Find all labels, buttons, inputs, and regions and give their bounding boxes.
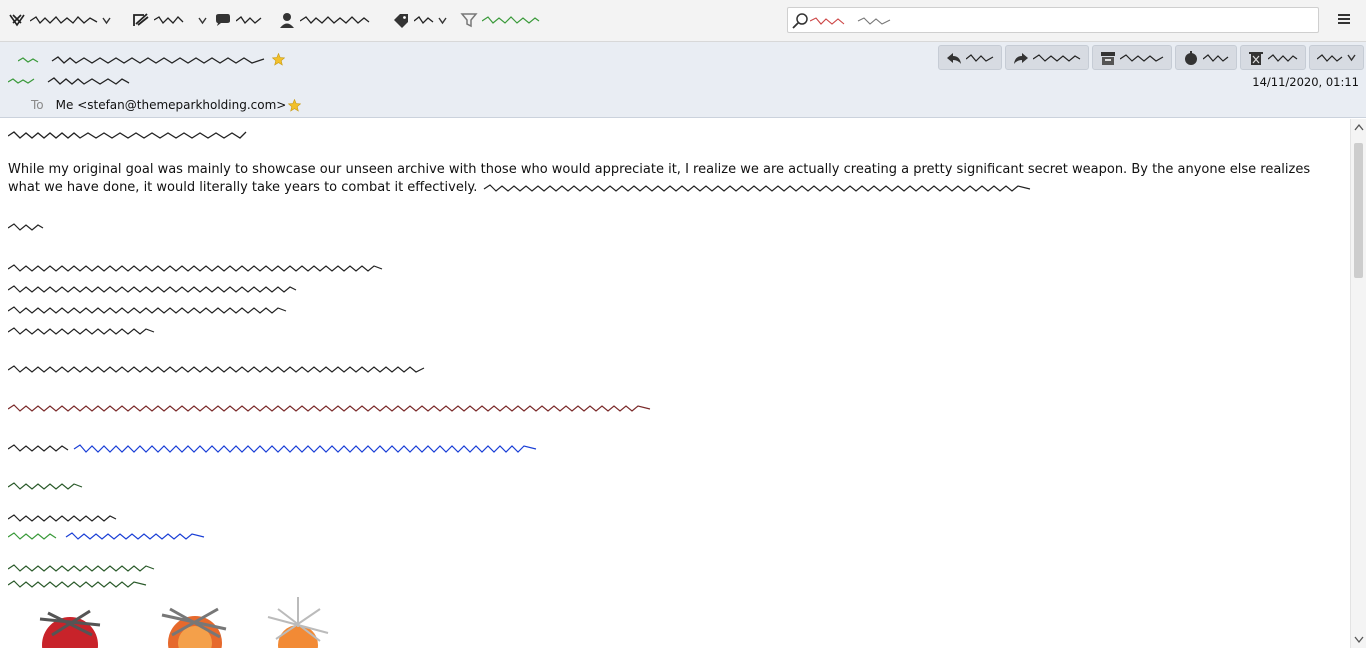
scroll-down-icon[interactable]	[1354, 634, 1364, 644]
app-menu-icon[interactable]	[1336, 11, 1352, 27]
funnel-icon	[460, 13, 478, 28]
subject-value-redacted	[8, 77, 130, 85]
quoted-from-redacted	[8, 264, 383, 272]
star-icon[interactable]	[272, 53, 285, 66]
search-icon	[792, 13, 808, 29]
write-label-redacted	[154, 16, 184, 25]
message-actions	[938, 45, 1364, 70]
scroll-up-icon[interactable]	[1354, 123, 1364, 133]
subject-row	[8, 76, 130, 86]
chevron-down-icon[interactable]	[198, 16, 207, 25]
more-button[interactable]	[1309, 45, 1364, 70]
address-book-button[interactable]	[278, 9, 370, 31]
message-date: 14/11/2020, 01:11	[1252, 75, 1359, 89]
signature-logos	[39, 597, 329, 648]
quick-filter-label-redacted	[482, 16, 540, 24]
quoted-link-line-redacted[interactable]	[8, 443, 538, 455]
to-row: To Me <stefan@themeparkholding.com>	[31, 98, 302, 112]
tag-icon	[394, 14, 408, 28]
forward-icon	[1014, 52, 1028, 64]
get-messages-button[interactable]	[8, 9, 111, 31]
chevron-down-icon	[1347, 54, 1356, 62]
write-button[interactable]	[132, 9, 207, 31]
person-icon	[280, 13, 294, 28]
delete-button[interactable]	[1240, 45, 1306, 70]
quoted-line-2-redacted	[8, 404, 651, 412]
quoted-subject-redacted	[8, 327, 155, 335]
to-label: To	[31, 98, 44, 112]
quoted-company-line-1-redacted	[8, 564, 155, 572]
reply-icon	[947, 52, 961, 64]
scrollbar-thumb[interactable]	[1354, 143, 1363, 278]
signoff-redacted	[8, 223, 44, 231]
faded-logo	[267, 597, 329, 648]
tag-button[interactable]	[392, 9, 447, 31]
quoted-line-1-redacted	[8, 365, 425, 373]
star-icon[interactable]	[288, 98, 302, 112]
search-input[interactable]	[787, 7, 1319, 33]
quoted-to-redacted	[8, 306, 287, 314]
quoted-signature-contact-redacted[interactable]	[8, 531, 206, 541]
chat-label-redacted	[236, 16, 262, 25]
reply-button[interactable]	[938, 45, 1002, 70]
reply-label-redacted	[966, 53, 994, 62]
junk-icon	[1185, 50, 1197, 65]
delete-label-redacted	[1268, 53, 1298, 62]
message-paragraph: While my original goal was mainly to sho…	[8, 161, 1344, 197]
forward-label-redacted	[1033, 53, 1081, 62]
to-value[interactable]: Me <stefan@themeparkholding.com>	[56, 98, 287, 112]
quoted-date-redacted	[8, 285, 297, 293]
from-row	[18, 53, 285, 66]
archive-label-redacted	[1120, 53, 1164, 62]
search-placeholder-redacted	[810, 17, 891, 25]
paragraph-tail-redacted	[483, 183, 1030, 192]
message-header: To Me <stefan@themeparkholding.com> 14/1…	[0, 42, 1366, 118]
pencil-icon	[133, 13, 149, 26]
get-messages-label-redacted	[30, 16, 98, 25]
red-logo	[39, 609, 101, 648]
download-arrow-icon	[9, 14, 25, 27]
chevron-down-icon[interactable]	[438, 16, 447, 25]
quoted-company-line-2-redacted	[8, 580, 147, 588]
quoted-signature-name-redacted	[8, 514, 117, 522]
chat-button[interactable]	[214, 9, 262, 31]
more-label-redacted	[1317, 53, 1343, 62]
archive-icon	[1101, 51, 1115, 65]
chat-bubble-icon	[216, 14, 230, 26]
junk-button[interactable]	[1175, 45, 1237, 70]
address-book-label-redacted	[300, 16, 370, 24]
body-scrollbar[interactable]	[1350, 119, 1366, 648]
quick-filter-button[interactable]	[460, 9, 540, 31]
main-toolbar	[0, 0, 1366, 42]
archive-button[interactable]	[1092, 45, 1172, 70]
quoted-regards-redacted	[8, 482, 83, 490]
junk-label-redacted	[1203, 53, 1229, 62]
orange-logo	[161, 607, 227, 648]
forward-button[interactable]	[1005, 45, 1089, 70]
message-body: While my original goal was mainly to sho…	[0, 119, 1350, 648]
delete-icon	[1249, 51, 1263, 65]
chevron-down-icon[interactable]	[102, 16, 111, 25]
greeting-redacted	[8, 131, 247, 139]
from-value-redacted	[18, 55, 265, 64]
tag-label-redacted	[414, 16, 434, 25]
